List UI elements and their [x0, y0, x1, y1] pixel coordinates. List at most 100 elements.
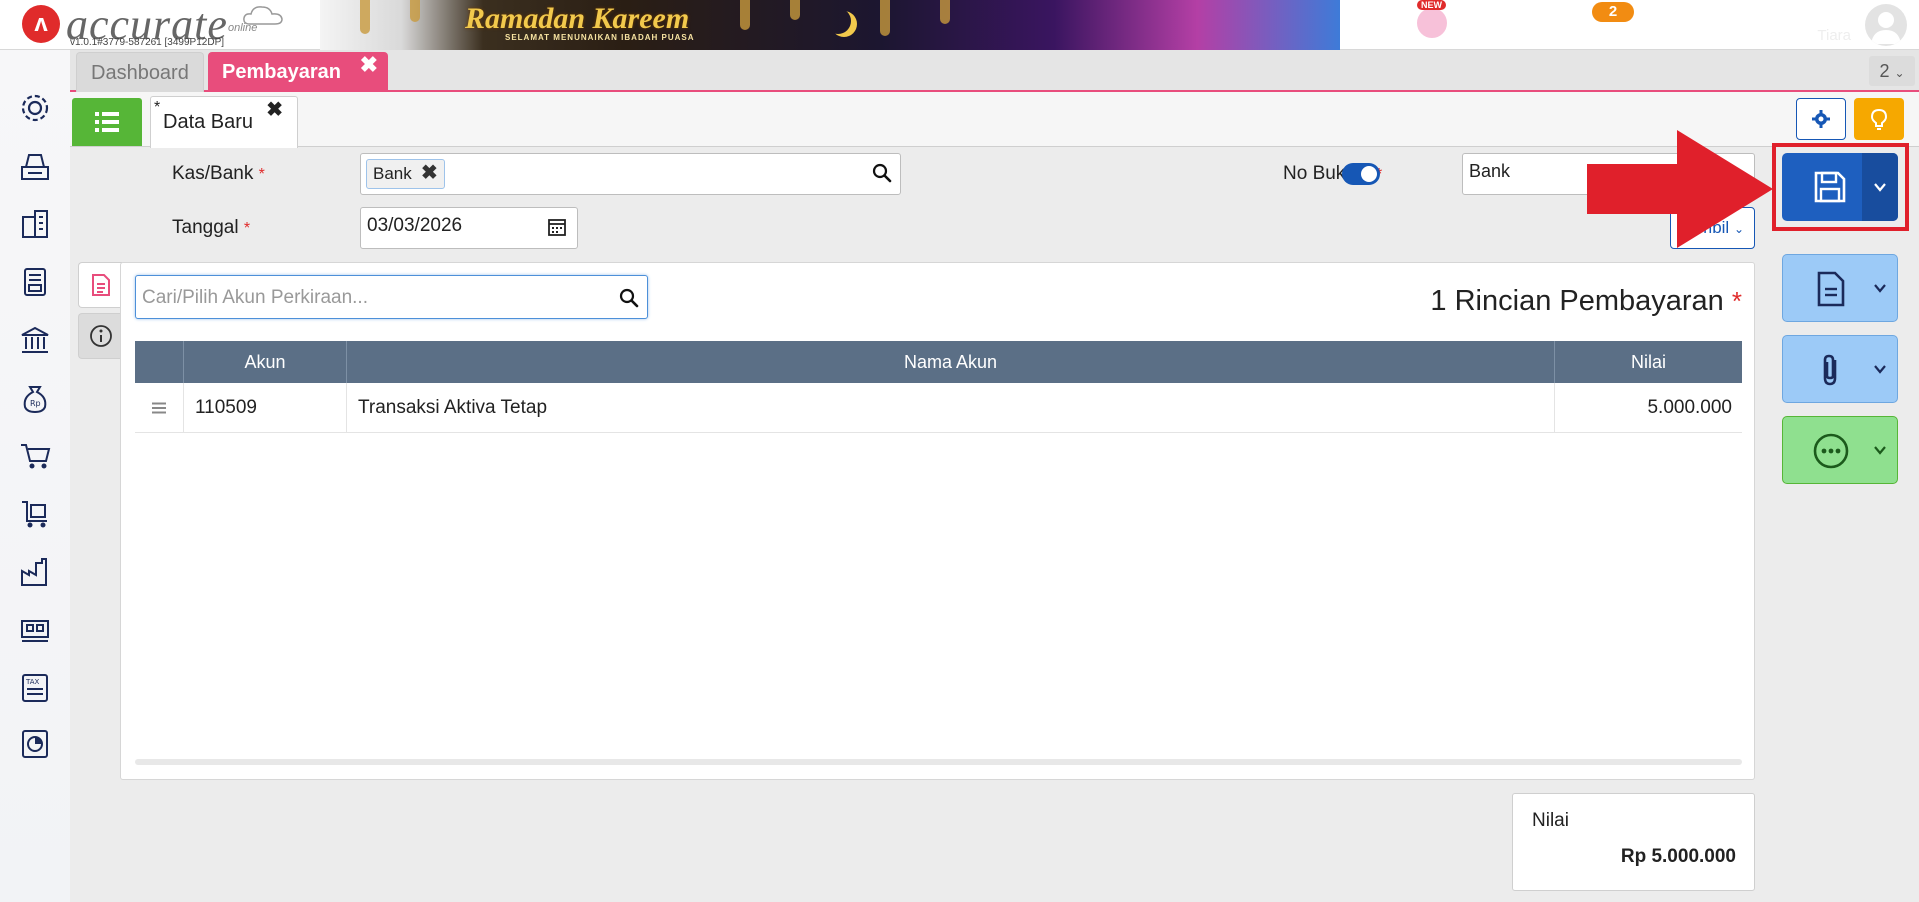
- banner-subtitle: SELAMAT MENUNAIKAN IBADAH PUASA: [505, 33, 695, 42]
- annotation-arrow-icon: [1587, 130, 1773, 248]
- total-box: Nilai Rp 5.000.000: [1512, 793, 1755, 891]
- gear-icon: [1812, 110, 1830, 128]
- user-avatar[interactable]: [1865, 4, 1907, 46]
- subtab-label: Data Baru: [163, 111, 254, 133]
- svg-text:TAX: TAX: [25, 678, 40, 686]
- bank-icon: [21, 326, 49, 353]
- lantern-icon: [360, 0, 370, 34]
- required-mark: *: [1731, 286, 1742, 316]
- document-icon: [91, 274, 110, 296]
- attachment-button[interactable]: [1782, 335, 1898, 403]
- help-icon[interactable]: [1529, 9, 1559, 39]
- tab-pembayaran[interactable]: Pembayaran ✖: [208, 52, 388, 92]
- no-bukti-value: Bank: [1469, 161, 1511, 181]
- tab-info[interactable]: [78, 313, 122, 359]
- top-header: ʌ accurate online v1.0.1#3779-587261 [34…: [0, 0, 1919, 50]
- cash-register-icon: [21, 154, 49, 180]
- kas-bank-chip: Bank ✖: [366, 159, 445, 189]
- auto-number-toggle[interactable]: [1342, 163, 1380, 185]
- column-nilai[interactable]: Nilai: [1555, 341, 1742, 383]
- notification-count-badge: 2: [1592, 2, 1634, 22]
- sidebar-item-inventory[interactable]: [15, 610, 55, 650]
- whats-new-avatar[interactable]: [1415, 6, 1449, 40]
- print-document-button[interactable]: [1782, 254, 1898, 322]
- kas-bank-label: Kas/Bank *: [172, 163, 265, 185]
- cell-akun[interactable]: 110509: [184, 383, 347, 433]
- gear-icon: [21, 94, 49, 122]
- subtab-close-icon[interactable]: ✖: [266, 97, 283, 122]
- tab-pembayaran-label: Pembayaran: [222, 61, 341, 83]
- search-icon[interactable]: [619, 288, 639, 308]
- column-handle: [135, 341, 184, 383]
- cart-icon: [21, 444, 51, 469]
- sidebar-item-manufacturing[interactable]: [15, 552, 55, 592]
- sidebar-item-reports[interactable]: [15, 724, 55, 764]
- akun-search-box[interactable]: [135, 275, 648, 319]
- horizontal-scrollbar[interactable]: [135, 759, 1742, 765]
- tanggal-field[interactable]: 03/03/2026: [360, 207, 578, 249]
- cell-nama-akun[interactable]: Transaksi Aktiva Tetap: [347, 383, 1555, 433]
- search-icon[interactable]: [872, 163, 892, 183]
- user-name: Tiara: [1817, 27, 1851, 44]
- detail-panel: 1 Rincian Pembayaran * Akun Nama Akun Ni…: [120, 262, 1755, 780]
- chevron-down-icon: [1874, 365, 1886, 374]
- form-settings-button[interactable]: [1796, 98, 1846, 140]
- search-icon[interactable]: [1477, 9, 1507, 39]
- lantern-icon: [940, 0, 950, 24]
- report-chart-icon: [22, 730, 48, 758]
- banner-title: Ramadan Kareem: [465, 2, 690, 35]
- kas-bank-field[interactable]: Bank ✖: [360, 153, 901, 195]
- lantern-icon: [410, 0, 420, 22]
- open-tabs-counter[interactable]: 2 ⌄: [1869, 56, 1915, 86]
- sidebar-item-receivables[interactable]: Rp: [15, 378, 55, 418]
- svg-text:Rp: Rp: [30, 399, 41, 408]
- list-icon: [95, 112, 119, 132]
- lantern-icon: [740, 0, 750, 30]
- tips-button[interactable]: [1854, 98, 1904, 140]
- new-badge: NEW: [1417, 0, 1446, 10]
- tab-close-icon[interactable]: ✖: [360, 52, 378, 78]
- tab-dashboard[interactable]: Dashboard: [76, 52, 204, 92]
- sidebar-item-bank[interactable]: [15, 320, 55, 360]
- tab-bar: Dashboard Pembayaran ✖ 2 ⌄: [70, 50, 1919, 92]
- crescent-moon-icon: [825, 8, 851, 34]
- row-drag-cell[interactable]: [135, 383, 184, 433]
- delivery-cart-icon: [22, 501, 47, 528]
- money-bag-icon: Rp: [23, 386, 47, 414]
- sidebar-item-tax[interactable]: TAX: [15, 668, 55, 708]
- drag-handle-icon[interactable]: [151, 402, 167, 414]
- detail-grid-header: Akun Nama Akun Nilai: [135, 341, 1742, 383]
- tanggal-label: Tanggal *: [172, 217, 250, 239]
- calendar-icon[interactable]: [547, 217, 567, 237]
- document-icon: [1817, 271, 1845, 307]
- list-view-button[interactable]: [72, 98, 142, 146]
- logo-mark-icon: ʌ: [22, 5, 60, 43]
- column-akun[interactable]: Akun: [184, 341, 347, 383]
- total-value: Rp 5.000.000: [1620, 846, 1736, 867]
- detail-title: 1 Rincian Pembayaran *: [1430, 285, 1742, 318]
- sidebar-item-settings[interactable]: [15, 88, 55, 128]
- akun-search-input[interactable]: [142, 283, 602, 313]
- sidebar-item-company[interactable]: [15, 204, 55, 244]
- sidebar-item-sales[interactable]: [15, 436, 55, 476]
- ellipsis-circle-icon: [1813, 433, 1849, 469]
- logo-online-text: online: [228, 22, 258, 34]
- cell-nilai[interactable]: 5.000.000: [1555, 383, 1742, 433]
- accurate-logo[interactable]: ʌ accurate online v1.0.1#3779-587261 [34…: [20, 0, 320, 49]
- warehouse-icon: [21, 620, 49, 642]
- sidebar-item-cashier[interactable]: [15, 146, 55, 186]
- sidebar-item-ledger[interactable]: [15, 262, 55, 302]
- chip-remove-icon[interactable]: ✖: [421, 160, 438, 185]
- annotation-highlight-box: [1772, 143, 1909, 231]
- user-company-name[interactable]: Fifi Fashion: [1737, 2, 1851, 28]
- subtab-data-baru[interactable]: * Data Baru ✖: [150, 96, 298, 148]
- column-nama-akun[interactable]: Nama Akun: [347, 341, 1555, 383]
- lantern-icon: [880, 0, 890, 36]
- user-silhouette-icon: [1871, 12, 1901, 44]
- sidebar-item-purchase[interactable]: [15, 494, 55, 534]
- table-row[interactable]: 110509 Transaksi Aktiva Tetap 5.000.000: [135, 383, 1742, 433]
- more-actions-button[interactable]: [1782, 416, 1898, 484]
- tab-detail-document[interactable]: [78, 262, 122, 308]
- chevron-down-icon: [1874, 284, 1886, 293]
- building-icon: [22, 210, 48, 238]
